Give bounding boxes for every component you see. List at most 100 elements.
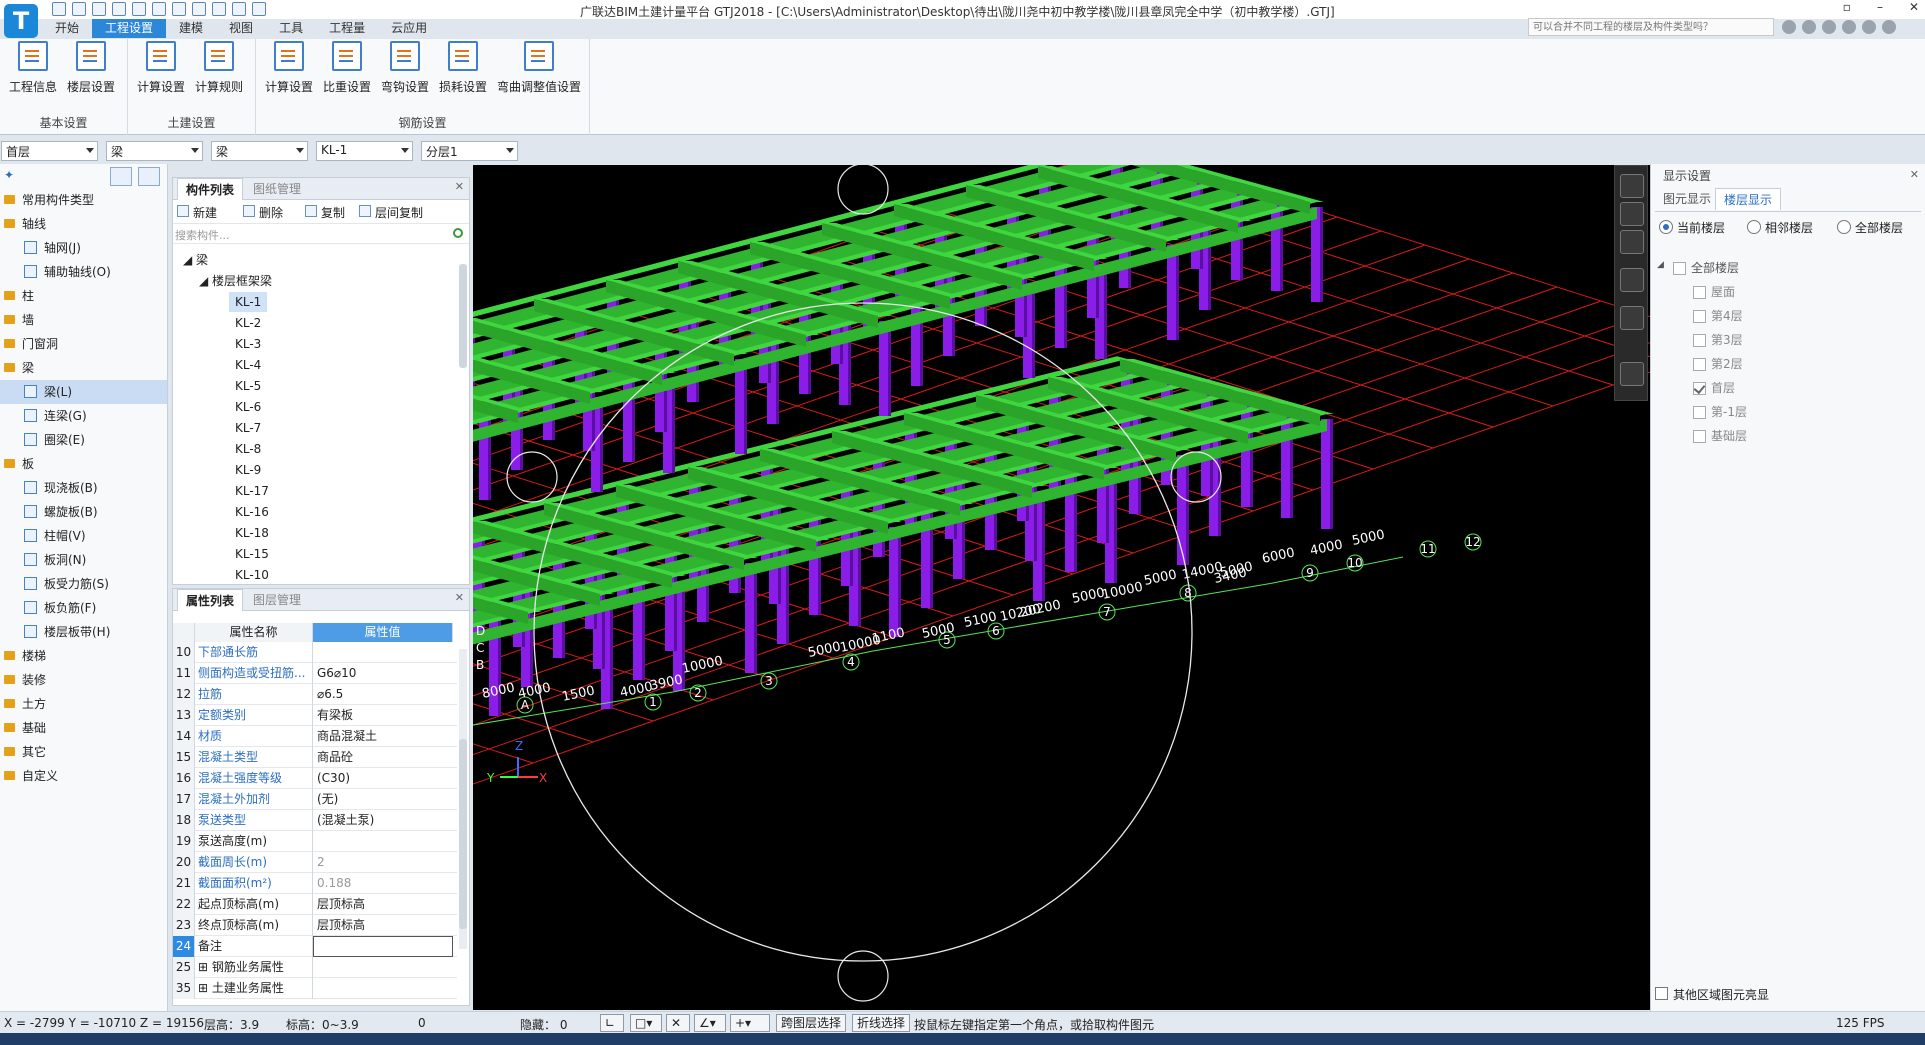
nav-item-sub[interactable]: 圈梁(E) xyxy=(0,428,167,452)
nav-item-sub[interactable]: 梁(L) xyxy=(0,380,167,404)
nav-item-sub[interactable]: 连梁(G) xyxy=(0,404,167,428)
skin-icon[interactable] xyxy=(1862,20,1876,34)
property-row[interactable]: 35 ⊞ 土建业务属性 xyxy=(173,978,457,999)
message-icon[interactable] xyxy=(1822,20,1836,34)
delete-component-button[interactable]: 删除 xyxy=(243,204,283,221)
3d-box-icon[interactable] xyxy=(1620,230,1644,254)
property-value[interactable] xyxy=(313,978,453,999)
component-select[interactable]: KL-1 xyxy=(316,141,413,161)
list-view-icon[interactable] xyxy=(110,167,132,186)
3d-viewport[interactable]: A 1 2 3 4 5 6 7 8 9 10 11 12 D C B 8000 4000 1500 4000 3900 1… xyxy=(473,165,1650,1010)
settings-icon[interactable] xyxy=(232,2,246,16)
floor-select[interactable]: 首层 xyxy=(1,141,98,161)
property-row[interactable]: 23 终点顶标高(m) 层顶标高 xyxy=(173,915,457,936)
rotate-icon[interactable] xyxy=(1620,306,1644,330)
offset-snap-icon[interactable]: +▾ xyxy=(730,1014,770,1032)
view-cube-icon[interactable] xyxy=(1620,268,1644,292)
property-row[interactable]: 18 泵送类型 (混凝土泵) xyxy=(173,810,457,831)
tab-drawing-management[interactable]: 图纸管理 xyxy=(245,178,309,200)
component-search[interactable]: 搜索构件... xyxy=(173,224,469,244)
nav-item-sub[interactable]: 螺旋板(B) xyxy=(0,500,167,524)
save-icon[interactable] xyxy=(52,2,66,16)
property-value[interactable]: 0.188 xyxy=(313,873,453,894)
tree-group[interactable]: ◢ 楼层框架梁 xyxy=(199,271,272,291)
copy-component-button[interactable]: 复制 xyxy=(305,204,345,221)
properties-scrollbar[interactable] xyxy=(459,649,467,949)
radio-all-floors[interactable]: 全部楼层 xyxy=(1837,219,1903,236)
layer-select[interactable]: 分层1 xyxy=(421,141,518,161)
component-item[interactable]: KL-18 xyxy=(235,523,269,543)
property-row[interactable]: 20 截面周长(m) 2 xyxy=(173,852,457,873)
floor-checkbox[interactable]: 第4层 xyxy=(1693,306,1743,326)
open-icon[interactable] xyxy=(92,2,106,16)
property-row[interactable]: 15 混凝土类型 商品砼 xyxy=(173,747,457,768)
tab-start[interactable]: 开始 xyxy=(42,19,92,38)
upgrade-icon[interactable] xyxy=(1882,20,1896,34)
scroll-thumb[interactable] xyxy=(459,739,467,929)
property-value[interactable]: 商品混凝土 xyxy=(313,726,453,747)
sum-icon[interactable] xyxy=(152,2,166,16)
property-row[interactable]: 12 拉筋 ⌀6.5 xyxy=(173,684,457,705)
property-value[interactable]: 层顶标高 xyxy=(313,894,453,915)
report-icon[interactable] xyxy=(192,2,206,16)
tab-property-list[interactable]: 属性列表 xyxy=(177,589,244,611)
nav-item-sub[interactable]: 楼层板带(H) xyxy=(0,620,167,644)
floor-checkbox[interactable]: 第-1层 xyxy=(1693,402,1747,422)
close-icon[interactable]: ✕ xyxy=(455,591,464,604)
nav-item-category[interactable]: 常用构件类型 xyxy=(0,188,167,212)
nav-item-category[interactable]: 板 xyxy=(0,452,167,476)
type-select[interactable]: 梁 xyxy=(211,141,308,161)
component-item[interactable]: KL-7 xyxy=(235,418,261,438)
floor-checkbox[interactable]: 基础层 xyxy=(1693,426,1747,446)
tab-modeling[interactable]: 建模 xyxy=(166,19,216,38)
property-value[interactable] xyxy=(313,957,453,978)
property-value[interactable]: 2 xyxy=(313,852,453,873)
property-row[interactable]: 19 泵送高度(m) xyxy=(173,831,457,852)
nav-item-category[interactable]: 轴线 xyxy=(0,212,167,236)
search-icon[interactable] xyxy=(453,228,463,238)
nav-item-category[interactable]: 土方 xyxy=(0,692,167,716)
tab-project-settings[interactable]: 工程设置 xyxy=(92,19,167,38)
nav-item-category[interactable]: 楼梯 xyxy=(0,644,167,668)
minimize-button[interactable]: – xyxy=(1877,0,1883,14)
loss-settings-button[interactable]: 损耗设置 xyxy=(436,41,490,101)
redo-icon[interactable] xyxy=(132,2,146,16)
bell-icon[interactable] xyxy=(1842,20,1856,34)
help-icon[interactable] xyxy=(1802,20,1816,34)
component-item[interactable]: KL-5 xyxy=(235,376,261,396)
component-item[interactable]: KL-6 xyxy=(235,397,261,417)
nav-item-category[interactable]: 梁 xyxy=(0,356,167,380)
property-value[interactable] xyxy=(313,936,453,957)
cross-layer-select-button[interactable]: 跨图层选择 xyxy=(776,1014,847,1032)
ortho-toggle[interactable]: ∟ xyxy=(600,1014,624,1032)
tab-view[interactable]: 视图 xyxy=(216,19,266,38)
floor-settings-button[interactable]: 楼层设置 xyxy=(64,41,118,101)
grid-view-icon[interactable] xyxy=(1620,362,1644,386)
property-value[interactable]: (C30) xyxy=(313,768,453,789)
copy-between-floors-button[interactable]: 层间复制 xyxy=(359,204,423,221)
property-row[interactable]: 16 混凝土强度等级 (C30) xyxy=(173,768,457,789)
component-item[interactable]: KL-8 xyxy=(235,439,261,459)
restore-button[interactable]: ▫ xyxy=(1843,0,1851,14)
undo-icon[interactable] xyxy=(112,2,126,16)
floor-checkbox[interactable]: 第3层 xyxy=(1693,330,1743,350)
tab-element-display[interactable]: 图元显示 xyxy=(1655,188,1719,210)
angle-snap-icon[interactable]: ∠▾ xyxy=(694,1014,726,1032)
property-value[interactable] xyxy=(313,831,453,852)
civil-calc-settings-button[interactable]: 计算设置 xyxy=(134,41,188,101)
property-row[interactable]: 21 截面面积(m²) 0.188 xyxy=(173,873,457,894)
radio-adjacent-floors[interactable]: 相邻楼层 xyxy=(1747,219,1813,236)
tree-root[interactable]: ◢ 梁 xyxy=(183,250,208,270)
floor-checkbox[interactable]: 首层 xyxy=(1693,378,1735,398)
nav-item-category[interactable]: 装修 xyxy=(0,668,167,692)
nav-item-category[interactable]: 基础 xyxy=(0,716,167,740)
nav-item-category[interactable]: 柱 xyxy=(0,284,167,308)
property-row[interactable]: 25 ⊞ 钢筋业务属性 xyxy=(173,957,457,978)
expand-icon[interactable]: ◢ xyxy=(1657,260,1664,270)
property-row[interactable]: 13 定额类别 有梁板 xyxy=(173,705,457,726)
component-item[interactable]: KL-4 xyxy=(235,355,261,375)
floor-checkbox[interactable]: 屋面 xyxy=(1693,282,1735,302)
component-item[interactable]: KL-2 xyxy=(235,313,261,333)
nav-item-sub[interactable]: 板负筋(F) xyxy=(0,596,167,620)
property-value[interactable]: 有梁板 xyxy=(313,705,453,726)
